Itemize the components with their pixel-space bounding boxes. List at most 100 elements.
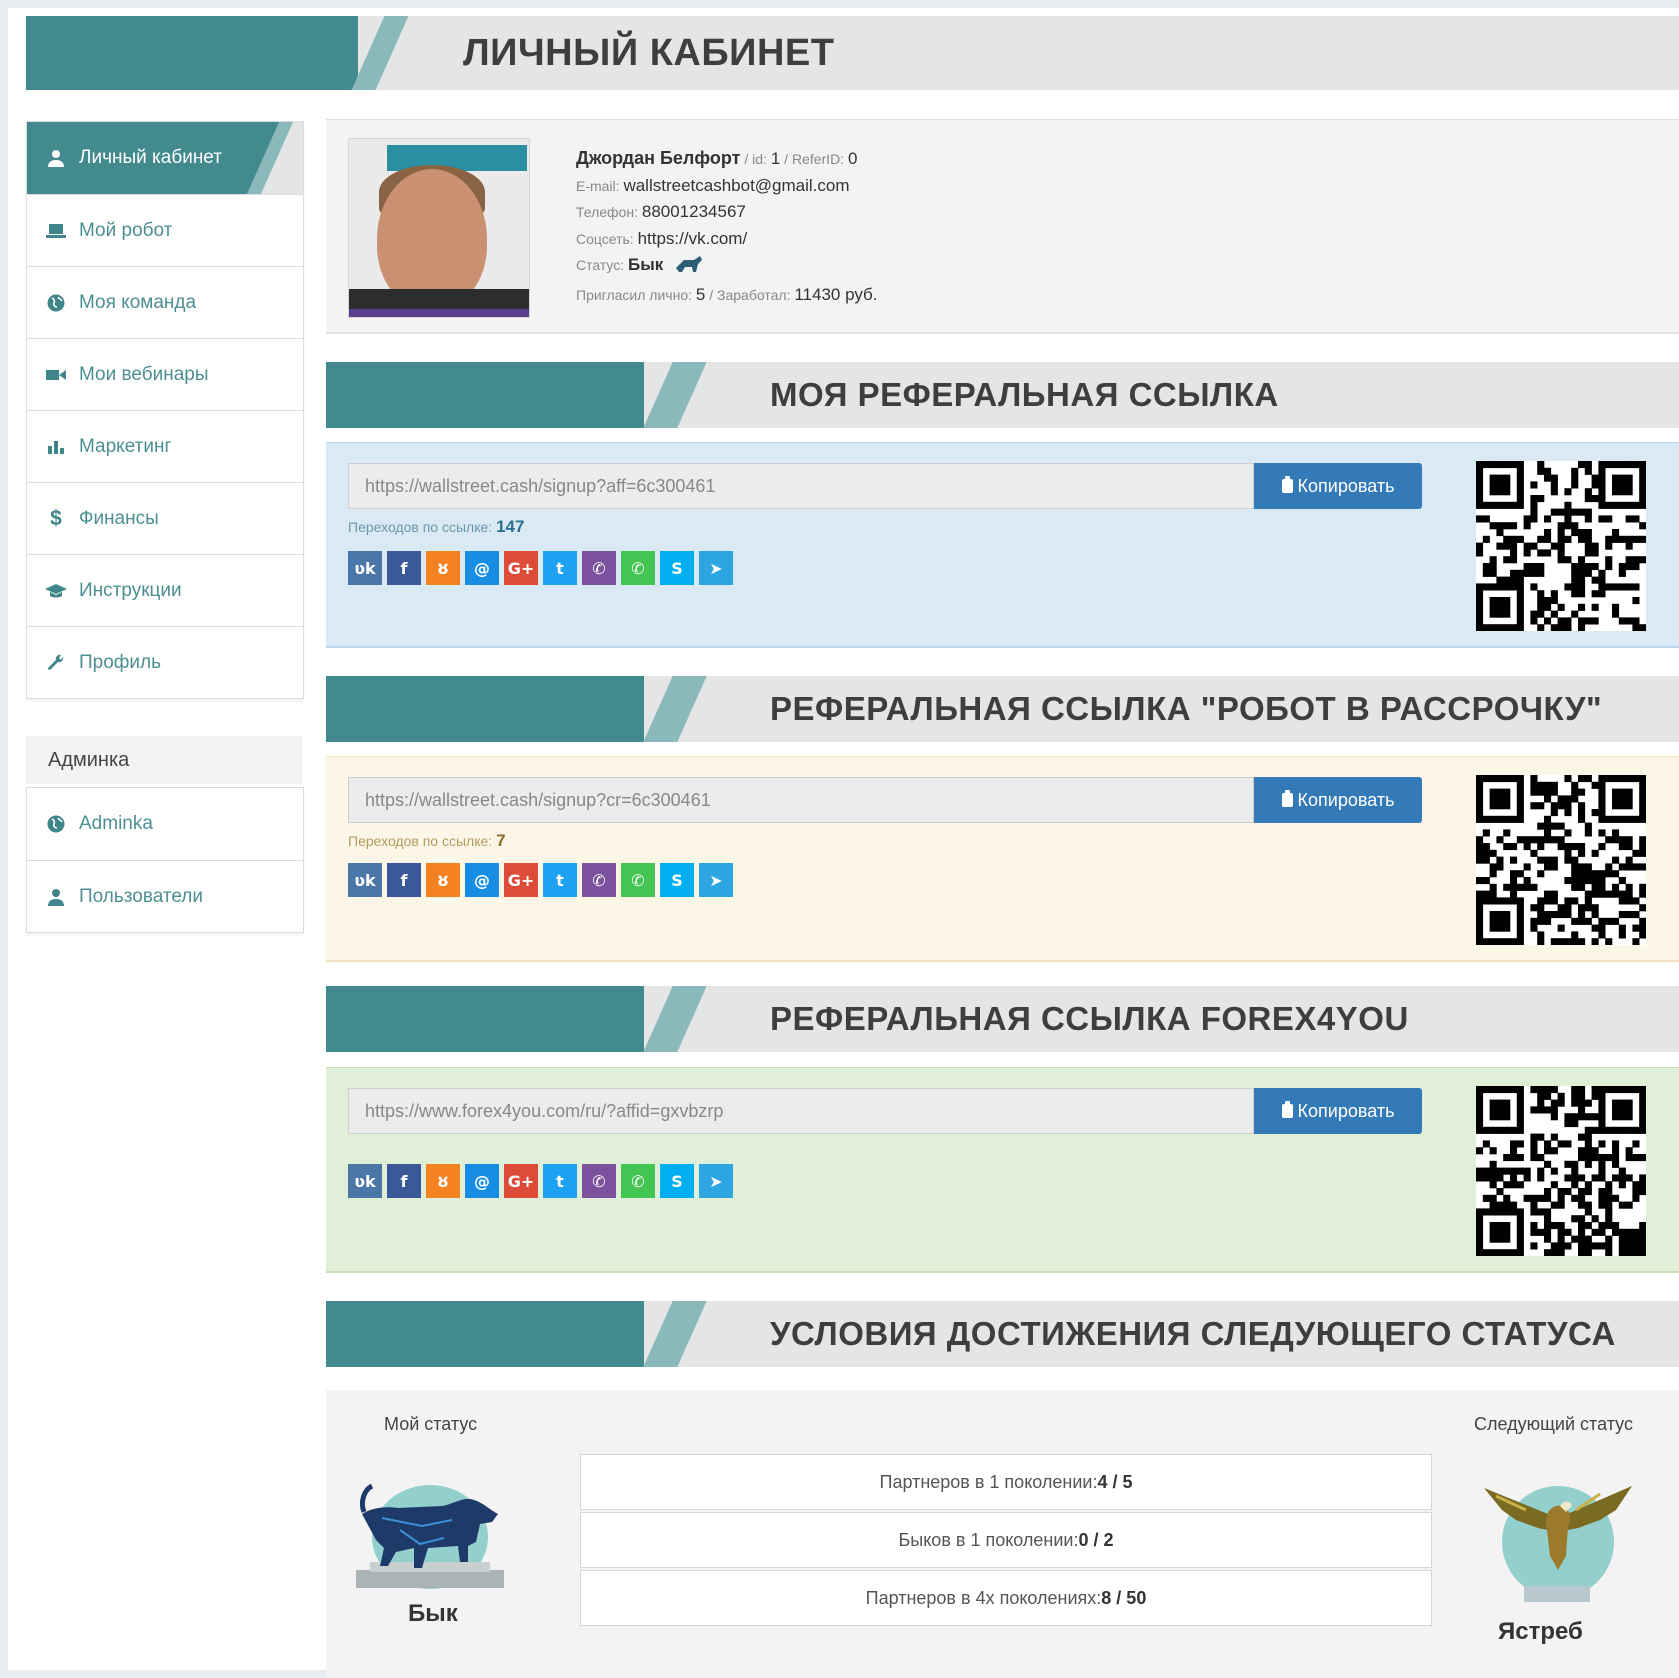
graduation-cap-icon	[45, 583, 67, 599]
skype-icon[interactable]: S	[660, 863, 694, 897]
forex-referral-panel: https://www.forex4you.com/ru/?affid=gxvb…	[326, 1067, 1679, 1273]
transitions-count: Переходов по ссылке: 147	[348, 517, 525, 536]
share-buttons: ʋk f ȣ @ G+ t ✆ ✆ S ➤	[348, 863, 733, 897]
section-header-referral: МОЯ РЕФЕРАЛЬНАЯ ССЫЛКА	[326, 362, 1679, 428]
facebook-icon[interactable]: f	[387, 863, 421, 897]
sidebar-item-label: Adminka	[79, 813, 153, 834]
google-plus-icon[interactable]: G+	[504, 863, 538, 897]
installment-referral-panel: https://wallstreet.cash/signup?cr=6c3004…	[326, 756, 1679, 962]
sidebar-item-profile[interactable]: Профиль	[27, 626, 303, 698]
user-name: Джордан Белфорт	[576, 148, 741, 168]
twitter-icon[interactable]: t	[543, 1164, 577, 1198]
invited-count: 5	[695, 284, 706, 304]
copy-button[interactable]: Копировать	[1254, 777, 1422, 823]
viber-icon[interactable]: ✆	[582, 863, 616, 897]
earned-amount: 11430 руб.	[794, 284, 878, 304]
viber-icon[interactable]: ✆	[582, 551, 616, 585]
google-plus-icon[interactable]: G+	[504, 551, 538, 585]
referral-url-field[interactable]: https://wallstreet.cash/signup?cr=6c3004…	[348, 777, 1254, 823]
copy-button[interactable]: Копировать	[1254, 1088, 1422, 1134]
vk-icon[interactable]: ʋk	[348, 551, 382, 585]
sidebar-menu: Личный кабинет Мой робот Моя команда Мои…	[26, 121, 304, 699]
admin-heading: Админка	[26, 736, 302, 784]
sidebar-item-dashboard[interactable]: Личный кабинет	[27, 122, 303, 194]
page-header: ЛИЧНЫЙ КАБИНЕТ	[26, 16, 1679, 90]
facebook-icon[interactable]: f	[387, 551, 421, 585]
sidebar-item-my-team[interactable]: Моя команда	[27, 266, 303, 338]
profile-card: Джордан Белфорт / id: 1 / ReferID: 0 E-m…	[326, 119, 1679, 334]
condition-row: Партнеров в 1 поколении: 4 / 5	[580, 1454, 1432, 1510]
sidebar-item-users[interactable]: Пользователи	[27, 860, 303, 932]
facebook-icon[interactable]: f	[387, 1164, 421, 1198]
profile-info: Джордан Белфорт / id: 1 / ReferID: 0 E-m…	[576, 148, 878, 304]
telegram-icon[interactable]: ➤	[699, 1164, 733, 1198]
skype-icon[interactable]: S	[660, 1164, 694, 1198]
user-id: 1	[770, 149, 781, 168]
vk-icon[interactable]: ʋk	[348, 1164, 382, 1198]
referral-url-field[interactable]: https://wallstreet.cash/signup?aff=6c300…	[348, 463, 1254, 509]
clipboard-icon	[1281, 790, 1293, 807]
sidebar-item-label: Профиль	[79, 651, 162, 673]
page: ЛИЧНЫЙ КАБИНЕТ Личный кабинет Мой робот …	[8, 8, 1679, 1678]
sidebar-item-label: Инструкции	[79, 579, 182, 601]
dollar-icon: $	[50, 506, 62, 530]
moimir-icon[interactable]: @	[465, 551, 499, 585]
sidebar-item-label: Маркетинг	[79, 435, 172, 457]
condition-row: Быков в 1 поколении: 0 / 2	[580, 1512, 1432, 1568]
whatsapp-icon[interactable]: ✆	[621, 863, 655, 897]
sidebar-item-marketing[interactable]: Маркетинг	[27, 410, 303, 482]
sidebar-item-webinars[interactable]: Мои вебинары	[27, 338, 303, 410]
google-plus-icon[interactable]: G+	[504, 1164, 538, 1198]
sidebar-item-instructions[interactable]: Инструкции	[27, 554, 303, 626]
telegram-icon[interactable]: ➤	[699, 863, 733, 897]
qr-code	[1476, 461, 1647, 632]
copy-button[interactable]: Копировать	[1254, 463, 1422, 509]
admin-menu: Adminka Пользователи	[26, 787, 304, 933]
section-title: УСЛОВИЯ ДОСТИЖЕНИЯ СЛЕДУЮЩЕГО СТАТУСА	[770, 1315, 1616, 1352]
user-icon	[45, 149, 67, 167]
bull-icon	[674, 254, 704, 282]
transitions-count: Переходов по ссылке: 7	[348, 831, 506, 850]
referral-url-field[interactable]: https://www.forex4you.com/ru/?affid=gxvb…	[348, 1088, 1254, 1134]
hawk-status-image	[1476, 1462, 1636, 1612]
moimir-icon[interactable]: @	[465, 863, 499, 897]
avatar	[348, 138, 530, 318]
sidebar-item-label: Мой робот	[79, 219, 173, 241]
section-title: РЕФЕРАЛЬНАЯ ССЫЛКА "РОБОТ В РАССРОЧКУ"	[770, 690, 1603, 727]
sidebar-item-label: Личный кабинет	[79, 147, 222, 168]
user-social-link[interactable]: https://vk.com/	[638, 229, 748, 248]
qr-code	[1476, 775, 1647, 946]
next-status-name: Ястреб	[1498, 1618, 1583, 1645]
odnoklassniki-icon[interactable]: ȣ	[426, 551, 460, 585]
refer-id: 0	[847, 149, 858, 168]
clipboard-icon	[1281, 1101, 1293, 1118]
whatsapp-icon[interactable]: ✆	[621, 551, 655, 585]
share-buttons: ʋk f ȣ @ G+ t ✆ ✆ S ➤	[348, 1164, 733, 1198]
odnoklassniki-icon[interactable]: ȣ	[426, 863, 460, 897]
page-title: ЛИЧНЫЙ КАБИНЕТ	[463, 31, 835, 74]
whatsapp-icon[interactable]: ✆	[621, 1164, 655, 1198]
bull-status-image	[350, 1462, 510, 1592]
user-status: Бык	[628, 255, 664, 274]
sidebar-item-adminka[interactable]: Adminka	[27, 788, 303, 860]
odnoklassniki-icon[interactable]: ȣ	[426, 1164, 460, 1198]
wrench-icon	[45, 654, 67, 672]
my-status-name: Бык	[408, 1600, 458, 1627]
section-header-installment: РЕФЕРАЛЬНАЯ ССЫЛКА "РОБОТ В РАССРОЧКУ"	[326, 676, 1679, 742]
bar-chart-icon	[45, 439, 67, 455]
laptop-icon	[45, 223, 67, 239]
user-icon	[45, 888, 67, 906]
video-camera-icon	[45, 368, 67, 382]
skype-icon[interactable]: S	[660, 551, 694, 585]
moimir-icon[interactable]: @	[465, 1164, 499, 1198]
twitter-icon[interactable]: t	[543, 863, 577, 897]
condition-row: Партнеров в 4х поколениях: 8 / 50	[580, 1570, 1432, 1626]
sidebar-item-my-robot[interactable]: Мой робот	[27, 194, 303, 266]
share-buttons: ʋk f ȣ @ G+ t ✆ ✆ S ➤	[348, 551, 733, 585]
twitter-icon[interactable]: t	[543, 551, 577, 585]
section-title: МОЯ РЕФЕРАЛЬНАЯ ССЫЛКА	[770, 376, 1279, 413]
telegram-icon[interactable]: ➤	[699, 551, 733, 585]
viber-icon[interactable]: ✆	[582, 1164, 616, 1198]
sidebar-item-finance[interactable]: $ Финансы	[27, 482, 303, 554]
vk-icon[interactable]: ʋk	[348, 863, 382, 897]
